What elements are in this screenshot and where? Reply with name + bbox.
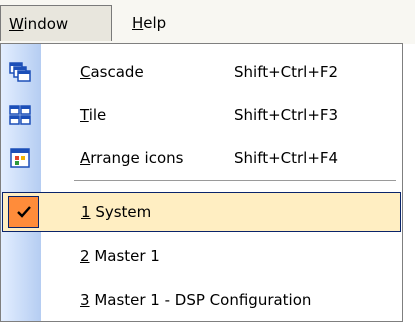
menu-item-tile-shortcut: Shift+Ctrl+F3 <box>234 106 339 124</box>
menu-help-mnemonic: H <box>132 14 144 32</box>
dsp-configuration-text: Master 1 - DSP Configuration <box>89 291 312 309</box>
master-1-mnemonic: 2 <box>80 247 90 265</box>
tile-icon <box>9 105 31 125</box>
menu-item-cascade-shortcut: Shift+Ctrl+F2 <box>234 63 339 81</box>
arrange-icons-icon <box>9 148 31 168</box>
menu-item-window-dsp-configuration-label: 3 Master 1 - DSP Configuration <box>80 280 311 320</box>
menu-item-arrange-icons-label: Arrange icons <box>80 138 183 178</box>
checkmark-icon <box>8 196 39 228</box>
arrange-mnemonic: A <box>80 149 91 167</box>
menu-item-cascade[interactable]: Cascade Shift+Ctrl+F2 <box>1 52 402 92</box>
cascade-text: ascade <box>90 63 144 81</box>
system-mnemonic: 1 <box>81 203 91 221</box>
tile-mnemonic: T <box>80 106 89 124</box>
menu-help-label: elp <box>143 14 167 32</box>
dsp-configuration-mnemonic: 3 <box>80 291 90 309</box>
menu-item-cascade-label: Cascade <box>80 52 144 92</box>
master-1-text: Master 1 <box>89 247 160 265</box>
arrange-text: rrange icons <box>90 149 184 167</box>
system-text: System <box>90 203 152 221</box>
menu-separator <box>74 180 396 181</box>
cascade-icon <box>9 62 31 82</box>
menu-item-window-dsp-configuration[interactable]: 3 Master 1 - DSP Configuration <box>1 280 402 320</box>
menu-item-tile[interactable]: Tile Shift+Ctrl+F3 <box>1 95 402 135</box>
menu-item-window-system-label: 1 System <box>81 193 151 231</box>
menu-help[interactable]: Help <box>124 5 174 41</box>
window-dropdown-menu: Cascade Shift+Ctrl+F2 Tile Shift+Ctrl+F3 <box>0 43 403 322</box>
menu-item-window-master-1[interactable]: 2 Master 1 <box>1 236 402 276</box>
menu-item-arrange-icons-shortcut: Shift+Ctrl+F4 <box>234 149 339 167</box>
menu-item-window-system[interactable]: 1 System <box>2 192 401 232</box>
menu-window-label: indow <box>23 15 69 33</box>
tile-text: ile <box>88 106 107 124</box>
menu-window[interactable]: Window <box>0 5 112 41</box>
menu-window-mnemonic: W <box>9 15 24 33</box>
menu-item-arrange-icons[interactable]: Arrange icons Shift+Ctrl+F4 <box>1 138 402 178</box>
cascade-mnemonic: C <box>80 63 91 81</box>
menu-item-tile-label: Tile <box>80 95 106 135</box>
menu-bar: Window Help <box>0 0 415 44</box>
menu-item-window-master-1-label: 2 Master 1 <box>80 236 160 276</box>
